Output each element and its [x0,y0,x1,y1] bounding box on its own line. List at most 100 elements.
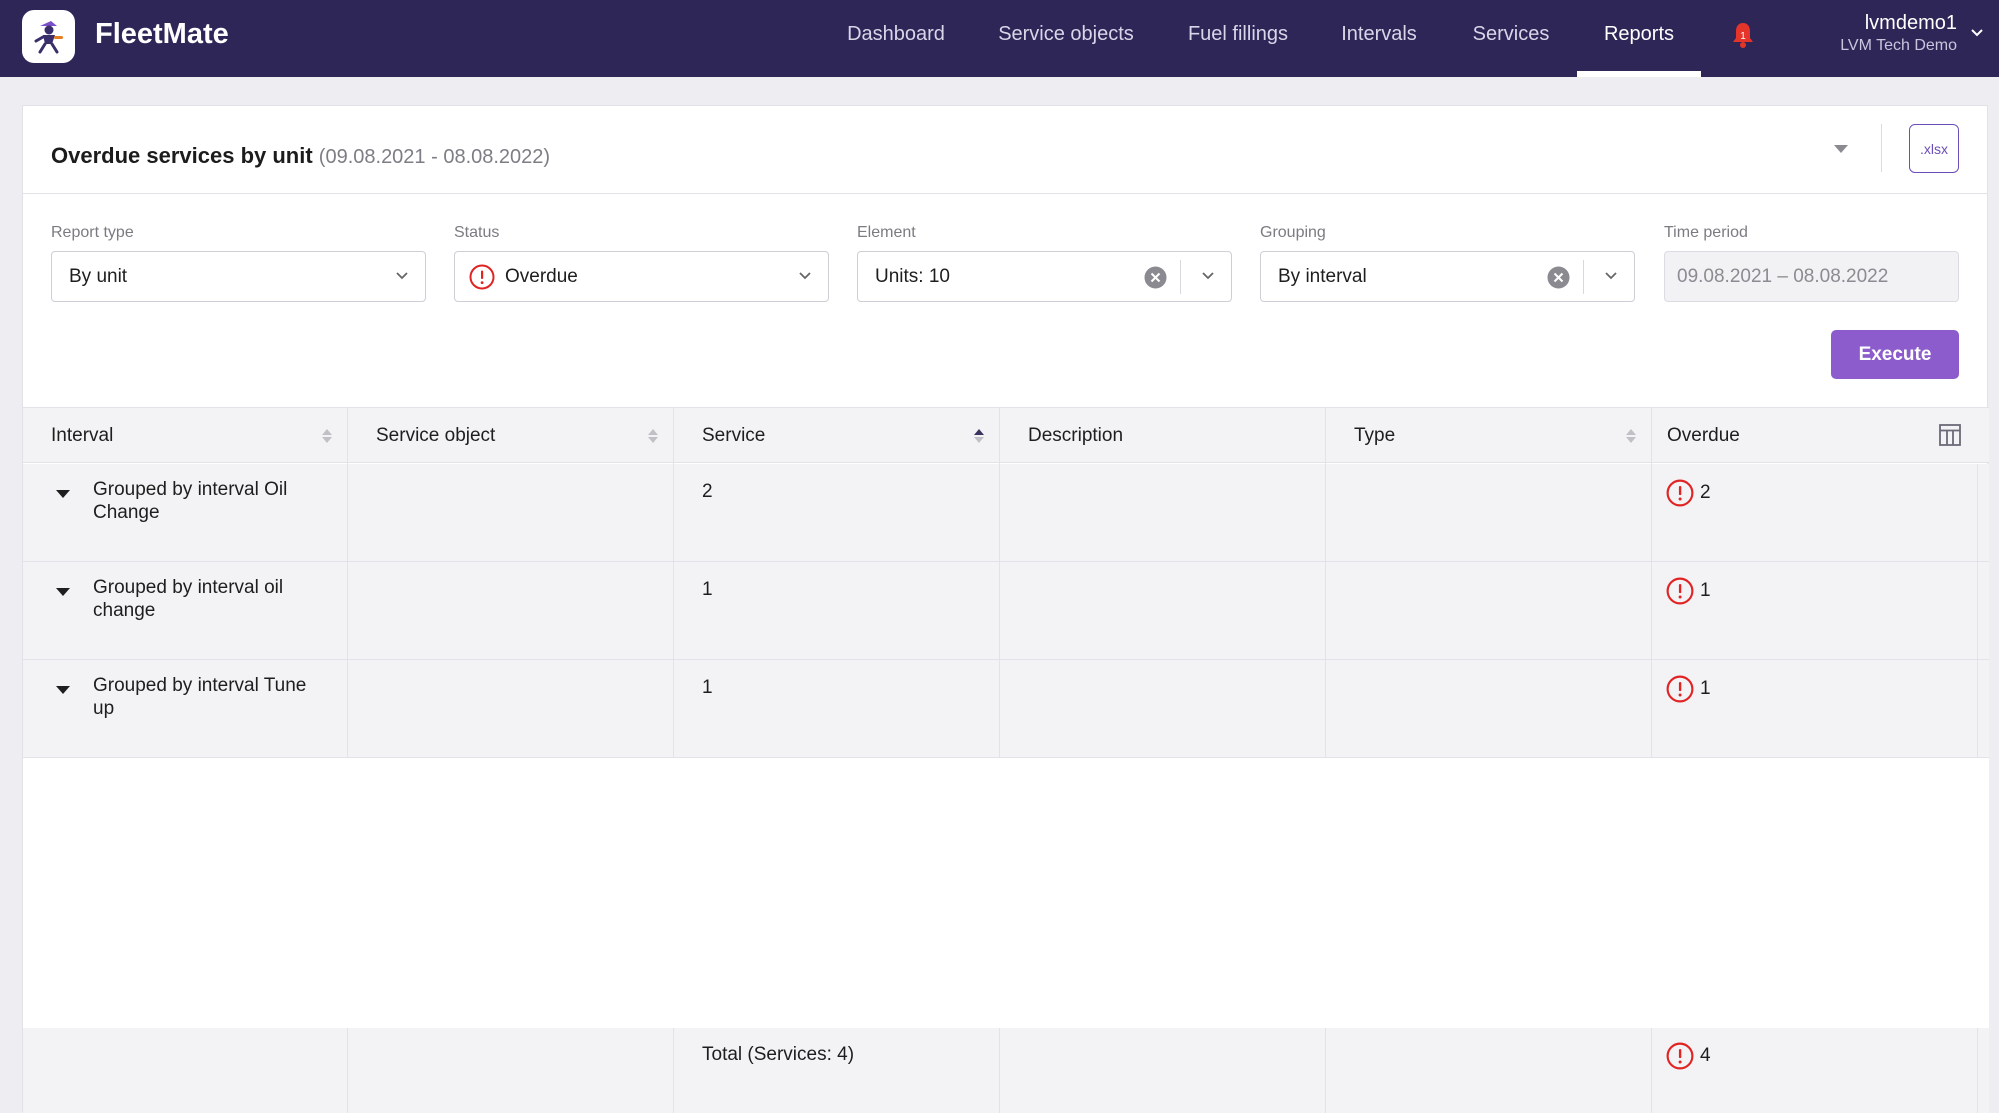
chevron-down-icon[interactable] [1970,28,1984,38]
service-count: 1 [702,677,713,698]
execute-button[interactable]: Execute [1831,330,1959,379]
table-total-row: Total (Services: 4) 4 [23,1028,1989,1113]
total-overdue-count: 4 [1700,1045,1711,1066]
service-cell: Total (Services: 4) [674,1028,1000,1113]
column-header-description[interactable]: Description [1000,408,1326,464]
column-header-service-object[interactable]: Service object [348,408,674,464]
service-object-cell [348,562,674,659]
alert-circle-icon [1666,577,1694,605]
report-title: Overdue services by unit (09.08.2021 - 0… [51,143,550,169]
overdue-count: 1 [1700,678,1711,699]
column-header-overdue[interactable]: Overdue [1652,408,1989,464]
table-row[interactable]: Grouped by interval oil change 1 1 [23,562,1989,660]
element-value: Units: 10 [875,266,950,287]
interval-cell [23,1028,348,1113]
description-cell [1000,660,1326,757]
header-divider [1881,124,1882,172]
field-separator [1180,260,1181,294]
alert-circle-icon [469,264,495,290]
mascot-logo-icon [34,20,63,53]
service-count: 2 [702,481,713,502]
element-select[interactable]: Units: 10 [857,251,1232,302]
notification-count: 1 [1740,31,1746,42]
app-logo[interactable] [22,10,75,63]
report-type-select[interactable]: By unit [51,251,426,302]
nav-dashboard[interactable]: Dashboard [836,0,956,77]
report-card: Overdue services by unit (09.08.2021 - 0… [22,105,1989,1113]
nav-services[interactable]: Services [1464,0,1558,77]
nav-intervals[interactable]: Intervals [1334,0,1424,77]
interval-cell: Grouped by interval oil change [23,562,348,659]
overdue-count: 1 [1700,580,1711,601]
column-header-label: Interval [51,425,114,446]
description-cell [1000,562,1326,659]
type-cell [1326,464,1652,561]
caret-down-icon[interactable] [56,490,70,498]
column-header-interval[interactable]: Interval [23,408,348,464]
alert-circle-icon [1666,479,1694,507]
time-period-label: Time period [1664,224,1748,241]
nav-reports[interactable]: Reports [1577,0,1701,77]
nav-fuel-fillings[interactable]: Fuel fillings [1180,0,1296,77]
report-type-label: Report type [51,224,134,241]
chevron-down-icon[interactable] [1604,271,1618,281]
column-header-label: Service object [376,425,496,446]
description-cell [1000,1028,1326,1113]
table-empty-area [23,758,1989,1028]
type-cell [1326,562,1652,659]
grouping-select[interactable]: By interval [1260,251,1635,302]
column-header-label: Overdue [1667,425,1740,446]
grouping-value: By interval [1278,266,1367,287]
service-count: 1 [702,579,713,600]
notification-bell-icon[interactable]: 1 [1728,20,1758,50]
overdue-cell: 1 [1652,562,1978,659]
group-label: Grouped by interval Tune up [93,675,307,719]
report-header: Overdue services by unit (09.08.2021 - 0… [23,106,1987,194]
report-title-text: Overdue services by unit [51,143,313,168]
group-label: Grouped by interval Oil Change [93,479,288,523]
element-label: Element [857,224,916,241]
service-object-cell [348,464,674,561]
clear-icon[interactable] [1547,266,1570,289]
chevron-down-icon [799,272,811,280]
caret-down-icon[interactable] [56,588,70,596]
time-period-value: 09.08.2021 – 08.08.2022 [1677,266,1889,287]
report-date-range: (09.08.2021 - 08.08.2022) [318,146,551,168]
user-name[interactable]: lvmdemo1 [1865,12,1957,35]
service-cell: 1 [674,660,1000,757]
columns-settings-icon[interactable] [1939,424,1961,446]
service-cell: 2 [674,464,1000,561]
sort-icon[interactable] [1625,427,1637,445]
top-navbar: FleetMate Dashboard Service objects Fuel… [0,0,1999,77]
status-label: Status [454,224,500,241]
column-header-type[interactable]: Type [1326,408,1652,464]
field-separator [1583,260,1584,294]
report-type-value: By unit [69,266,128,287]
caret-down-icon[interactable] [1833,144,1849,154]
interval-cell: Grouped by interval Oil Change [23,464,348,561]
status-select[interactable]: Overdue [454,251,829,302]
grouping-label: Grouping [1260,224,1326,241]
chevron-down-icon [396,272,408,280]
description-cell [1000,464,1326,561]
sort-ascending-icon[interactable] [973,427,985,445]
total-label: Total (Services: 4) [702,1044,855,1065]
column-header-label: Description [1028,425,1124,446]
column-header-service[interactable]: Service [674,408,1000,464]
time-period-input: 09.08.2021 – 08.08.2022 [1664,251,1959,302]
table-row[interactable]: Grouped by interval Oil Change 2 2 [23,464,1989,562]
status-value: Overdue [505,266,578,287]
sort-icon[interactable] [321,427,333,445]
service-object-cell [348,660,674,757]
clear-icon[interactable] [1144,266,1167,289]
table-row[interactable]: Grouped by interval Tune up 1 1 [23,660,1989,758]
nav-service-objects[interactable]: Service objects [990,0,1142,77]
user-company: LVM Tech Demo [1840,37,1957,54]
overdue-cell: 2 [1652,464,1978,561]
chevron-down-icon[interactable] [1201,271,1215,281]
caret-down-icon[interactable] [56,686,70,694]
export-xlsx-button[interactable]: .xlsx [1909,124,1959,173]
overdue-count: 2 [1700,482,1711,503]
sort-icon[interactable] [647,427,659,445]
interval-cell: Grouped by interval Tune up [23,660,348,757]
